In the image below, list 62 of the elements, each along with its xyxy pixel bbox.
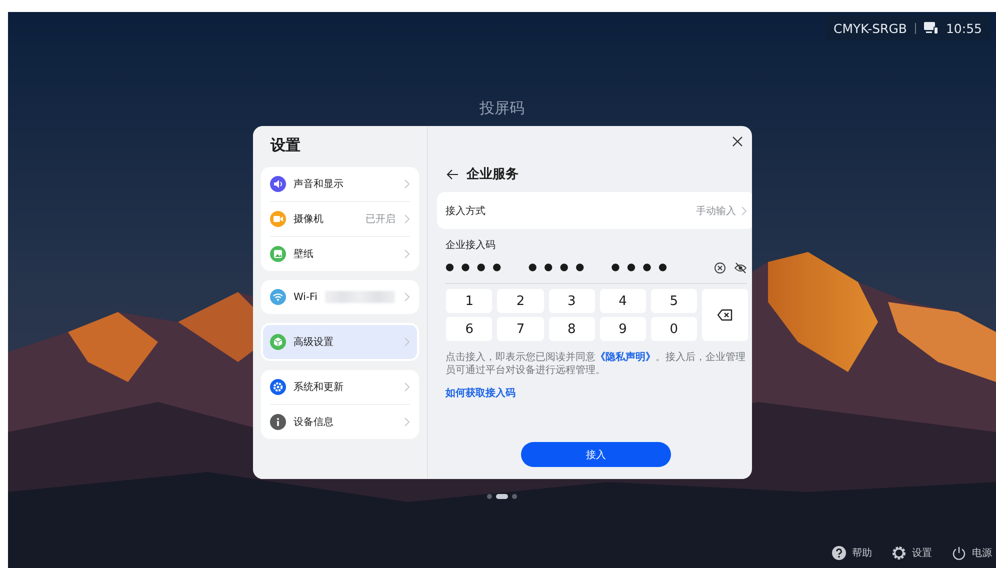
screen-title: 投屏码 bbox=[480, 99, 524, 117]
masked-code: ●●●● bbox=[611, 261, 674, 275]
chevron-icon bbox=[403, 214, 410, 224]
backspace-icon bbox=[717, 309, 734, 321]
chevron-icon bbox=[403, 337, 410, 347]
back-icon[interactable] bbox=[446, 168, 460, 180]
keypad-key[interactable]: 9 bbox=[600, 317, 646, 341]
keypad-key[interactable]: 5 bbox=[650, 289, 697, 313]
settings-title: 设置 bbox=[269, 136, 302, 156]
menu-label: 高级设置 bbox=[294, 336, 334, 349]
bottom-action[interactable]: 帮助 bbox=[832, 546, 872, 560]
connect-button[interactable]: 接入 bbox=[521, 442, 672, 467]
menu-item[interactable]: 系统和更新 bbox=[270, 370, 410, 404]
menu-value: 已开启 bbox=[365, 212, 396, 226]
menu-item[interactable]: 摄像机 已开启 bbox=[270, 201, 410, 236]
page-dot[interactable] bbox=[487, 494, 492, 499]
privacy-notice: 点击接入，即表示您已阅读并同意《隐私声明》。接入后，企业管理员可通过平台对设备进行远程管理。 bbox=[445, 351, 746, 377]
bottom-action[interactable]: 电源 bbox=[952, 546, 992, 560]
menu-item[interactable]: 声音和显示 bbox=[270, 167, 410, 201]
chevron-icon bbox=[403, 382, 410, 392]
chevron-icon bbox=[403, 179, 410, 189]
chevron-icon bbox=[403, 417, 410, 427]
keypad-key[interactable]: 7 bbox=[497, 317, 544, 341]
menu-label: 壁纸 bbox=[294, 248, 314, 261]
help-link[interactable]: 如何获取接入码 bbox=[445, 386, 516, 400]
menu-item[interactable]: 壁纸 bbox=[270, 236, 410, 271]
power-icon bbox=[952, 546, 966, 560]
menu-label: 摄像机 bbox=[294, 212, 324, 226]
help-icon bbox=[832, 546, 846, 560]
page-title: 企业服务 bbox=[466, 166, 518, 183]
screen-share-icon[interactable] bbox=[924, 22, 938, 34]
bottom-action[interactable]: 设置 bbox=[892, 546, 932, 560]
keypad-key[interactable]: 3 bbox=[548, 289, 595, 313]
keypad-key[interactable]: 1 bbox=[446, 289, 492, 313]
masked-code: ●●●● bbox=[445, 261, 508, 275]
clock: 10:55 bbox=[946, 20, 982, 36]
settings-icon bbox=[892, 546, 906, 560]
menu-item[interactable]: 设备信息 bbox=[270, 404, 410, 439]
page-dot[interactable] bbox=[512, 494, 517, 499]
chevron-icon bbox=[403, 249, 410, 259]
menu-label: 声音和显示 bbox=[294, 178, 344, 191]
backspace-key[interactable] bbox=[702, 289, 748, 341]
color-profile-label: CMYK-SRGB bbox=[834, 20, 907, 36]
menu-label: Wi-Fi bbox=[294, 292, 318, 302]
clear-icon[interactable] bbox=[714, 262, 726, 274]
menu-label: 系统和更新 bbox=[294, 380, 344, 394]
masked-code: ●●●● bbox=[528, 261, 592, 275]
keypad-key[interactable]: 8 bbox=[548, 317, 595, 341]
keypad-key[interactable]: 4 bbox=[600, 289, 646, 313]
menu-label: 设备信息 bbox=[294, 416, 334, 429]
keypad-key[interactable]: 6 bbox=[446, 317, 492, 341]
access-method-value: 手动输入 bbox=[696, 204, 736, 218]
close-button[interactable] bbox=[732, 136, 744, 147]
access-method-row[interactable]: 接入方式 手动输入 bbox=[437, 192, 752, 229]
keypad-key[interactable]: 2 bbox=[497, 289, 544, 313]
keypad-key[interactable]: 0 bbox=[650, 317, 697, 341]
menu-item[interactable]: Wi-Fi bbox=[270, 280, 410, 314]
chevron-icon bbox=[403, 292, 410, 302]
access-method-label: 接入方式 bbox=[445, 204, 486, 218]
hide-password-icon[interactable] bbox=[734, 262, 748, 274]
chevron-icon bbox=[740, 206, 748, 216]
code-label: 企业接入码 bbox=[445, 238, 496, 252]
